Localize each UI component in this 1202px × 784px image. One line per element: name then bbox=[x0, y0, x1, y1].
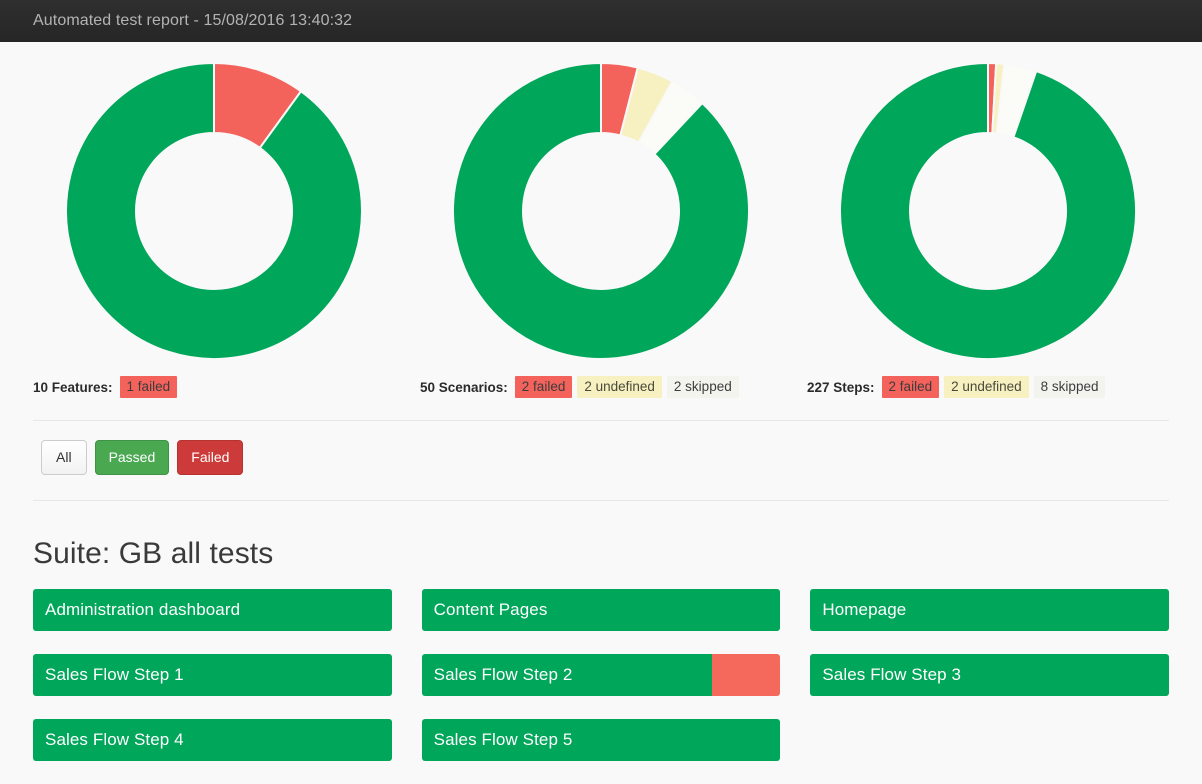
feature-bar-passed bbox=[421, 719, 781, 761]
feature-card[interactable]: Content Pages bbox=[421, 589, 781, 631]
feature-card[interactable]: Sales Flow Step 5 bbox=[421, 719, 781, 761]
filter-button-all[interactable]: All bbox=[41, 440, 87, 475]
legend-badge-failed: 2 failed bbox=[514, 376, 573, 398]
feature-card[interactable]: Sales Flow Step 4 bbox=[33, 719, 392, 761]
steps-donut bbox=[807, 56, 1169, 366]
feature-bar-passed bbox=[421, 654, 713, 696]
feature-bar-failed bbox=[712, 654, 781, 696]
feature-bar-passed bbox=[33, 589, 392, 631]
donut-slice-passed bbox=[452, 61, 750, 360]
legend-total-label: 10 Features: bbox=[33, 379, 113, 395]
feature-bar-passed bbox=[810, 589, 1170, 631]
feature-card[interactable]: Sales Flow Step 2 bbox=[421, 654, 781, 696]
features-donut-legend: 10 Features: 1 failed bbox=[33, 376, 182, 398]
scenarios-donut-cell: 50 Scenarios: 2 failed 2 undefined 2 skippe… bbox=[420, 56, 782, 398]
donut-chart bbox=[452, 61, 750, 360]
scenarios-donut-legend: 50 Scenarios: 2 failed 2 undefined 2 skippe… bbox=[420, 376, 744, 398]
feature-card[interactable]: Sales Flow Step 1 bbox=[33, 654, 392, 696]
donut-slice-passed bbox=[65, 61, 363, 360]
donut-slice-passed bbox=[839, 61, 1137, 360]
report-title: Automated test report - 15/08/2016 13:40… bbox=[33, 12, 353, 29]
filter-button-failed[interactable]: Failed bbox=[177, 440, 244, 475]
legend-badge-failed: 1 failed bbox=[119, 376, 178, 398]
legend-total-label: 50 Scenarios: bbox=[420, 379, 508, 395]
donut-chart bbox=[839, 61, 1137, 360]
suite-title: Suite: GB all tests bbox=[33, 537, 274, 570]
feature-bar-passed bbox=[33, 719, 392, 761]
legend-total-label: 227 Steps: bbox=[807, 379, 875, 395]
legend-badge-failed: 2 failed bbox=[881, 376, 940, 398]
features-donut-cell: 10 Features: 1 failed bbox=[33, 56, 395, 398]
feature-card[interactable]: Sales Flow Step 3 bbox=[810, 654, 1170, 696]
feature-column: Content Pages Sales Flow Step 2 Sales Flow… bbox=[421, 589, 781, 784]
legend-badge-undefined: 2 undefined bbox=[577, 376, 662, 398]
feature-bar-passed bbox=[421, 589, 781, 631]
features-donut bbox=[33, 56, 395, 366]
filter-button-group: All Passed Failed bbox=[33, 421, 1169, 475]
feature-card[interactable]: Administration dashboard bbox=[33, 589, 392, 631]
legend-badge-skipped: 2 skipped bbox=[666, 376, 739, 398]
feature-grid: Administration dashboard Sales Flow Step … bbox=[33, 589, 1170, 784]
donut-chart bbox=[65, 61, 363, 360]
section-divider-bottom bbox=[33, 500, 1169, 501]
summary-charts: 10 Features: 1 failed 50 Scenarios: 2 faile… bbox=[33, 42, 1169, 398]
filter-button-passed[interactable]: Passed bbox=[94, 440, 170, 475]
legend-badge-skipped: 8 skipped bbox=[1033, 376, 1106, 398]
feature-column: Administration dashboard Sales Flow Step … bbox=[33, 589, 392, 784]
steps-donut-legend: 227 Steps: 2 failed 2 undefined 8 skipped bbox=[807, 376, 1110, 398]
steps-donut-cell: 227 Steps: 2 failed 2 undefined 8 skipped bbox=[807, 56, 1169, 398]
app-header: Automated test report - 15/08/2016 13:40… bbox=[0, 0, 1202, 42]
page-body: 10 Features: 1 failed 50 Scenarios: 2 faile… bbox=[0, 42, 1202, 784]
feature-bar-passed bbox=[810, 654, 1170, 696]
feature-card[interactable]: Homepage bbox=[810, 589, 1170, 631]
feature-column: Homepage Sales Flow Step 3 bbox=[810, 589, 1170, 784]
legend-badge-undefined: 2 undefined bbox=[944, 376, 1029, 398]
scenarios-donut bbox=[420, 56, 782, 366]
feature-bar-passed bbox=[33, 654, 392, 696]
